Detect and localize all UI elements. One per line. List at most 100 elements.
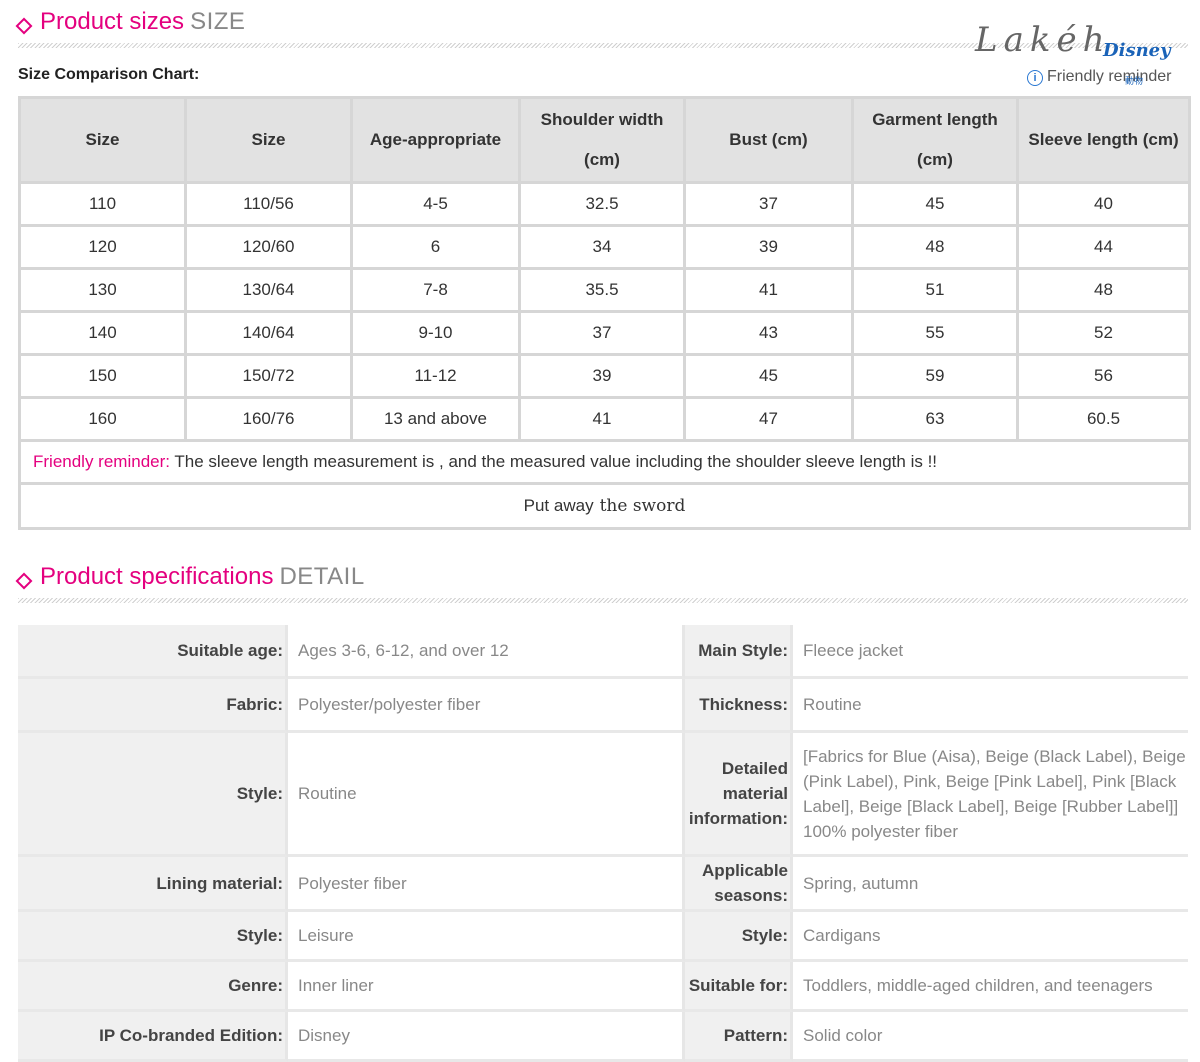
put-away-row: Put away the sword	[18, 482, 1191, 530]
spec-label: Genre:	[18, 962, 288, 1012]
header-cell: Size	[18, 96, 187, 184]
spec-label: Style:	[18, 912, 288, 962]
spec-label: Main Style:	[685, 625, 793, 679]
table-cell: 48	[851, 224, 1019, 270]
reminder-label: Friendly reminder:	[33, 452, 170, 471]
size-section-title: Product sizes SIZE	[40, 8, 245, 36]
table-cell: 120/60	[184, 224, 353, 270]
table-cell: 110	[18, 181, 187, 227]
spec-value: Routine	[288, 733, 685, 857]
spec-subtitle-text: DETAIL	[279, 563, 365, 590]
spec-row: Fabric: Polyester/polyester fiber Thickn…	[18, 679, 1188, 733]
table-cell: 45	[851, 181, 1019, 227]
size-table: Size Size Age-appropriate Shoulder width…	[18, 96, 1191, 530]
table-cell: 32.5	[518, 181, 686, 227]
table-cell: 11-12	[350, 353, 521, 399]
spec-label: Detailed material information:	[685, 733, 793, 857]
spec-value: Routine	[793, 679, 1188, 733]
table-header-row: Size Size Age-appropriate Shoulder width…	[18, 96, 1191, 184]
spec-value: Polyester fiber	[288, 857, 685, 912]
spec-row: Suitable age: Ages 3-6, 6-12, and over 1…	[18, 625, 1188, 679]
spec-label: IP Co-branded Edition:	[18, 1012, 288, 1062]
table-cell: 55	[851, 310, 1019, 356]
diamond-icon	[15, 17, 33, 35]
spec-label: Applicable seasons:	[685, 857, 793, 912]
table-row: 140 140/64 9-10 37 43 55 52	[18, 310, 1191, 356]
spec-value: Leisure	[288, 912, 685, 962]
divider-stripe	[18, 598, 1188, 603]
table-cell: 7-8	[350, 267, 521, 313]
table-cell: 52	[1016, 310, 1191, 356]
header-cell: Bust (cm)	[683, 96, 854, 184]
spec-label: Fabric:	[18, 679, 288, 733]
table-cell: 48	[1016, 267, 1191, 313]
spec-row: Style: Routine Detailed material informa…	[18, 733, 1188, 857]
table-cell: 59	[851, 353, 1019, 399]
spec-label: Lining material:	[18, 857, 288, 912]
spec-label: Pattern:	[685, 1012, 793, 1062]
table-cell: 37	[683, 181, 854, 227]
table-cell: 37	[518, 310, 686, 356]
table-row: 110 110/56 4-5 32.5 37 45 40	[18, 181, 1191, 227]
table-cell: 6	[350, 224, 521, 270]
table-cell: 160	[18, 396, 187, 442]
spec-label: Suitable age:	[18, 625, 288, 679]
table-row: 150 150/72 11-12 39 45 59 56	[18, 353, 1191, 399]
header-cell: Sleeve length (cm)	[1016, 96, 1191, 184]
friendly-reminder-label: Friendly reminder	[1047, 68, 1172, 85]
table-cell: 60.5	[1016, 396, 1191, 442]
brand-sticker: 動物	[1125, 76, 1144, 86]
table-cell: 34	[518, 224, 686, 270]
spec-value: Disney	[288, 1012, 685, 1062]
table-cell: 47	[683, 396, 854, 442]
signature-logo: Lakéh	[975, 20, 1111, 60]
spec-label: Style:	[18, 733, 288, 857]
disney-logo: Disney	[1103, 40, 1171, 61]
table-cell: 120	[18, 224, 187, 270]
table-cell: 63	[851, 396, 1019, 442]
spec-label: Style:	[685, 912, 793, 962]
spec-value: Ages 3-6, 6-12, and over 12	[288, 625, 685, 679]
spec-section-title: Product specifications DETAIL	[40, 563, 365, 591]
header-cell: Garment length (cm)	[851, 96, 1019, 184]
header-cell: Age-appropriate	[350, 96, 521, 184]
spec-row: IP Co-branded Edition: Disney Pattern: S…	[18, 1012, 1188, 1062]
spec-row: Style: Leisure Style: Cardigans	[18, 912, 1188, 962]
size-subtitle-text: SIZE	[190, 8, 246, 35]
table-cell: 39	[518, 353, 686, 399]
reminder-cell: Friendly reminder: The sleeve length mea…	[18, 439, 1191, 485]
table-cell: 56	[1016, 353, 1191, 399]
header-cell: Shoulder width (cm)	[518, 96, 686, 184]
table-cell: 35.5	[518, 267, 686, 313]
spec-row: Lining material: Polyester fiber Applica…	[18, 857, 1188, 912]
brand-logo: Lakéh Disney i Friendly reminder 動物	[975, 20, 1190, 88]
table-cell: 45	[683, 353, 854, 399]
table-cell: 4-5	[350, 181, 521, 227]
table-cell: 140/64	[184, 310, 353, 356]
size-title-text: Product sizes	[40, 8, 185, 35]
spec-row: Genre: Inner liner Suitable for: Toddler…	[18, 962, 1188, 1012]
table-cell: 41	[683, 267, 854, 313]
reminder-text: The sleeve length measurement is , and t…	[170, 452, 938, 471]
spec-value: [Fabrics for Blue (Aisa), Beige (Black L…	[793, 733, 1188, 857]
table-cell: 44	[1016, 224, 1191, 270]
reminder-row: Friendly reminder: The sleeve length mea…	[18, 439, 1191, 485]
put-away-text: Put away	[523, 496, 594, 515]
table-row: 120 120/60 6 34 39 48 44	[18, 224, 1191, 270]
info-icon: i	[1027, 70, 1043, 86]
spec-value: Solid color	[793, 1012, 1188, 1062]
diamond-icon	[15, 572, 33, 590]
table-cell: 13 and above	[350, 396, 521, 442]
put-away-text-2: the sword	[599, 496, 686, 516]
spec-value: Toddlers, middle-aged children, and teen…	[793, 962, 1188, 1012]
table-cell: 43	[683, 310, 854, 356]
spec-value: Cardigans	[793, 912, 1188, 962]
put-away-cell: Put away the sword	[18, 482, 1191, 530]
spec-title-text: Product specifications	[40, 563, 274, 590]
table-cell: 150/72	[184, 353, 353, 399]
spec-value: Fleece jacket	[793, 625, 1188, 679]
table-cell: 39	[683, 224, 854, 270]
table-cell: 150	[18, 353, 187, 399]
table-cell: 140	[18, 310, 187, 356]
table-cell: 130	[18, 267, 187, 313]
